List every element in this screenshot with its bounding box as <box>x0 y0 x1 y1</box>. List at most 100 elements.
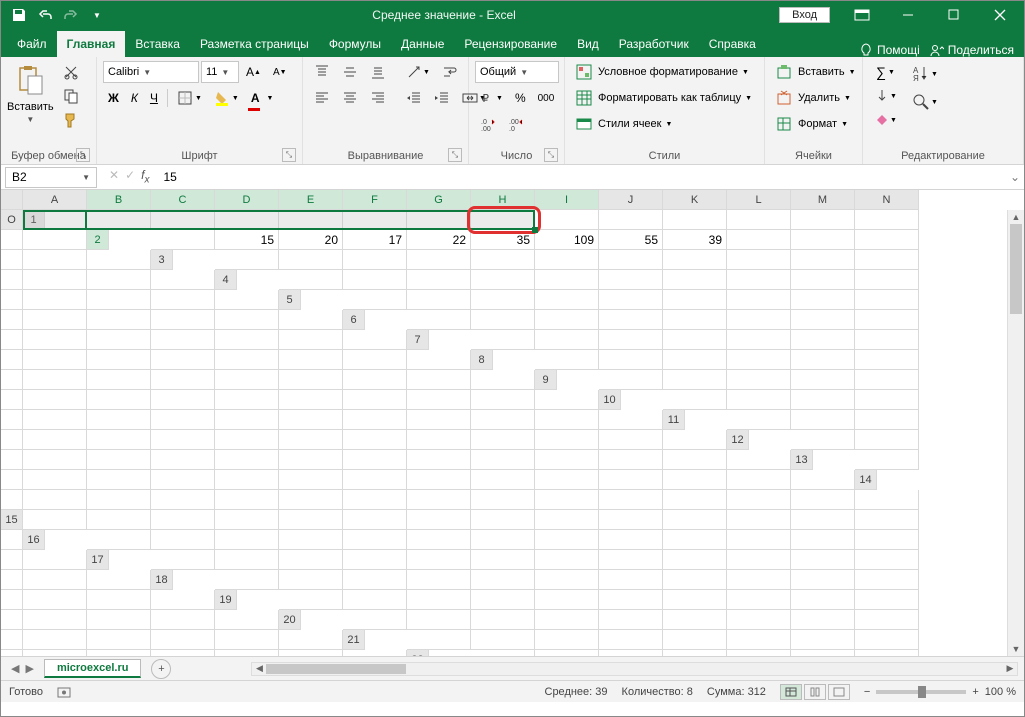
cell-J17[interactable] <box>727 550 791 570</box>
row-header-7[interactable]: 7 <box>407 330 429 350</box>
cell-D14[interactable] <box>151 490 215 510</box>
autosum-button[interactable]: ∑▼ <box>869 61 902 83</box>
cell-M4[interactable] <box>87 290 151 310</box>
cell-N20[interactable] <box>215 630 279 650</box>
cell-G1[interactable] <box>471 210 535 230</box>
cell-D11[interactable] <box>1 430 23 450</box>
cell-C1[interactable] <box>215 210 279 230</box>
cell-N7[interactable] <box>343 350 407 370</box>
fill-color-button[interactable]: ▼ <box>209 87 244 109</box>
cell-E19[interactable] <box>535 590 599 610</box>
cell-D10[interactable] <box>855 390 919 410</box>
cell-C11[interactable] <box>855 410 919 430</box>
cell-A5[interactable] <box>343 290 407 310</box>
cell-B22[interactable] <box>535 650 599 656</box>
cell-B19[interactable] <box>343 590 407 610</box>
row-header-2[interactable]: 2 <box>87 230 109 250</box>
row-header-11[interactable]: 11 <box>663 410 685 430</box>
undo-button[interactable] <box>33 3 57 27</box>
cell-H9[interactable] <box>87 390 151 410</box>
zoom-in-button[interactable]: + <box>972 686 978 698</box>
row-header-17[interactable]: 17 <box>87 550 109 570</box>
cell-B17[interactable] <box>215 550 279 570</box>
cell-C2[interactable]: 20 <box>279 230 343 250</box>
cell-I17[interactable] <box>663 550 727 570</box>
format-cells-button[interactable]: Формат▼ <box>771 113 853 135</box>
row-header-12[interactable]: 12 <box>727 430 749 450</box>
cell-A19[interactable] <box>279 590 343 610</box>
row-header-13[interactable]: 13 <box>791 450 813 470</box>
row-header-5[interactable]: 5 <box>279 290 301 310</box>
new-sheet-button[interactable]: + <box>151 659 171 679</box>
font-name-combo[interactable]: Calibri▼ <box>103 61 199 83</box>
cell-H8[interactable] <box>23 370 87 390</box>
cell-A3[interactable] <box>215 250 279 270</box>
cell-J6[interactable] <box>23 330 87 350</box>
cell-E8[interactable] <box>791 350 855 370</box>
cell-D9[interactable] <box>791 370 855 390</box>
row-header-4[interactable]: 4 <box>215 270 237 290</box>
cell-L9[interactable] <box>343 390 407 410</box>
find-select-button[interactable]: ▼ <box>906 89 943 115</box>
cell-G13[interactable] <box>279 470 343 490</box>
cell-A18[interactable] <box>215 570 279 590</box>
col-header-E[interactable]: E <box>279 190 343 210</box>
cell-F6[interactable] <box>727 310 791 330</box>
macro-record-icon[interactable] <box>57 685 71 699</box>
hscroll-thumb[interactable] <box>266 664 406 674</box>
cell-C17[interactable] <box>279 550 343 570</box>
cell-G20[interactable] <box>727 610 791 630</box>
cell-G5[interactable] <box>727 290 791 310</box>
cell-M11[interactable] <box>535 430 599 450</box>
tab-data[interactable]: Данные <box>391 31 454 57</box>
decrease-decimal-button[interactable]: .00.0 <box>503 113 529 135</box>
cell-K19[interactable] <box>1 610 23 630</box>
cell-E13[interactable] <box>151 470 215 490</box>
cell-K20[interactable] <box>23 630 87 650</box>
cell-E11[interactable] <box>23 430 87 450</box>
cell-D6[interactable] <box>599 310 663 330</box>
cell-C3[interactable] <box>343 250 407 270</box>
cell-F2[interactable]: 35 <box>471 230 535 250</box>
spreadsheet-grid[interactable]: ABCDEFGHIJKLMNO1215201722351095539345678… <box>1 190 1024 656</box>
cell-C9[interactable] <box>727 370 791 390</box>
cell-B3[interactable] <box>279 250 343 270</box>
cell-A14[interactable] <box>1 490 23 510</box>
row-header-9[interactable]: 9 <box>535 370 557 390</box>
cell-F17[interactable] <box>471 550 535 570</box>
cell-N18[interactable] <box>87 590 151 610</box>
align-bottom-button[interactable] <box>365 61 391 83</box>
tab-developer[interactable]: Разработчик <box>609 31 699 57</box>
cell-E6[interactable] <box>663 310 727 330</box>
cell-L17[interactable] <box>855 550 919 570</box>
cell-N12[interactable] <box>663 450 727 470</box>
cell-H7[interactable] <box>1 350 23 370</box>
cell-J12[interactable] <box>407 450 471 470</box>
insert-function-button[interactable]: fx <box>141 168 149 185</box>
cell-H15[interactable] <box>471 510 535 530</box>
cell-J13[interactable] <box>471 470 535 490</box>
cell-C22[interactable] <box>599 650 663 656</box>
cell-M3[interactable] <box>23 270 87 290</box>
cell-B6[interactable] <box>471 310 535 330</box>
cell-H12[interactable] <box>279 450 343 470</box>
cell-B14[interactable] <box>23 490 87 510</box>
cell-L7[interactable] <box>215 350 279 370</box>
cell-O13[interactable] <box>791 470 855 490</box>
cell-J10[interactable] <box>279 410 343 430</box>
cell-L10[interactable] <box>407 410 471 430</box>
row-header-15[interactable]: 15 <box>1 510 23 530</box>
col-header-O[interactable]: O <box>1 210 23 230</box>
cell-B5[interactable] <box>407 290 471 310</box>
cell-D21[interactable] <box>599 630 663 650</box>
cell-A11[interactable] <box>727 410 791 430</box>
orientation-button[interactable]: ▼ <box>401 61 435 83</box>
enter-formula-button[interactable]: ✓ <box>125 168 135 185</box>
expand-formula-bar[interactable]: ⌄ <box>1006 170 1024 184</box>
align-left-button[interactable] <box>309 87 335 109</box>
cell-M16[interactable] <box>855 530 919 550</box>
cell-M19[interactable] <box>87 610 151 630</box>
col-header-N[interactable]: N <box>855 190 919 210</box>
tab-page-layout[interactable]: Разметка страницы <box>190 31 319 57</box>
cell-F4[interactable] <box>599 270 663 290</box>
